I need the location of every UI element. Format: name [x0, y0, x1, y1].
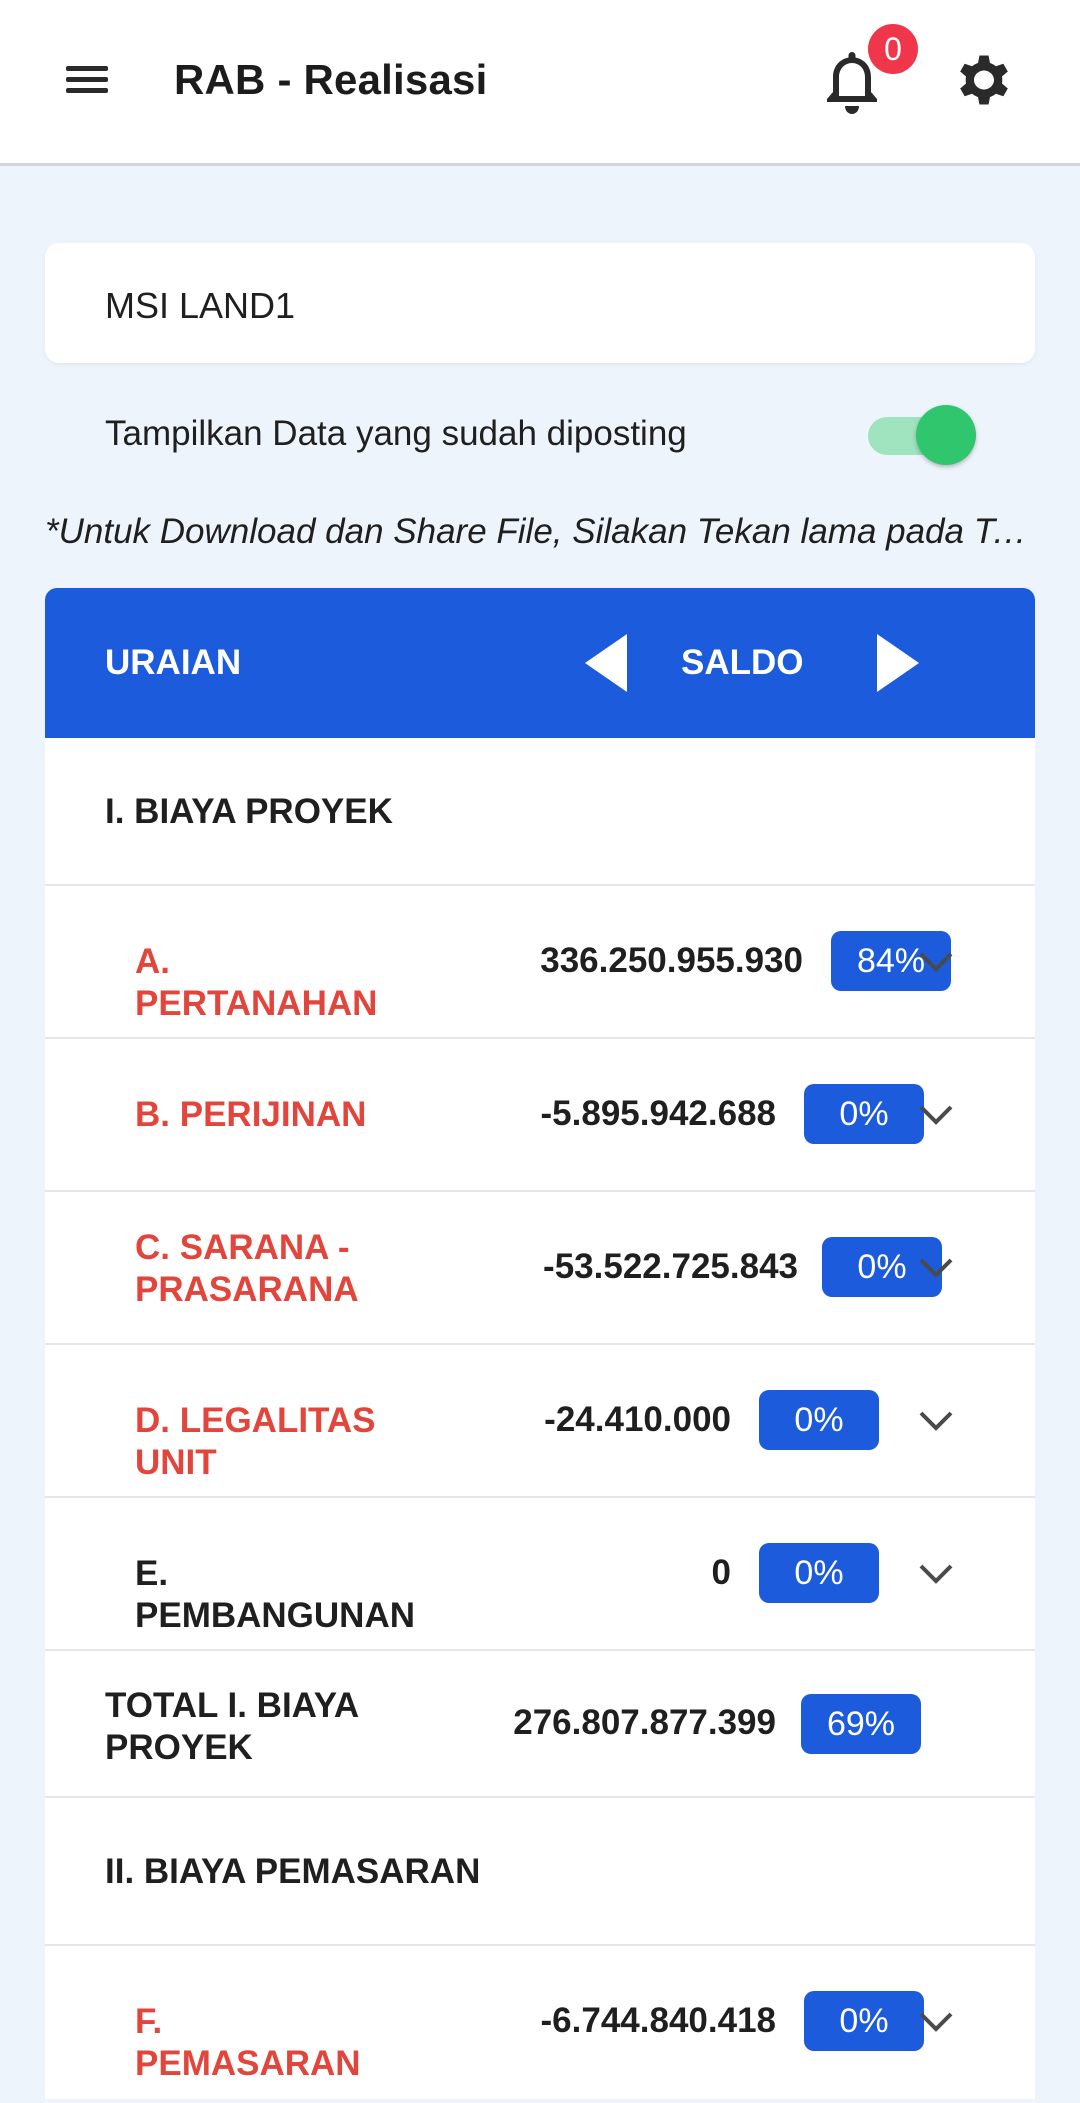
percent-badge: 0% [804, 1991, 924, 2051]
table-row[interactable]: D. LEGALITAS UNIT -24.410.000 0% [45, 1345, 1035, 1498]
percent-badge: 0% [759, 1390, 879, 1450]
previous-column-icon[interactable] [581, 632, 629, 694]
table-row[interactable]: C. SARANA - PRASARANA -53.522.725.843 0% [45, 1192, 1035, 1345]
table-row[interactable]: A. PERTANAHAN 336.250.955.930 84% [45, 886, 1035, 1039]
rab-table: URAIAN SALDO I. BIAYA PROYEK A. PERTANAH… [45, 588, 1035, 2099]
notification-badge: 0 [868, 24, 918, 74]
section-title: I. BIAYA PROYEK [105, 792, 393, 831]
download-hint: *Untuk Download dan Share File, Silakan … [45, 512, 1035, 551]
row-label: A. PERTANAHAN [135, 942, 378, 1023]
chevron-down-icon[interactable] [918, 950, 954, 974]
table-row[interactable]: E. PEMBANGUNAN 0 0% [45, 1498, 1035, 1651]
table-row[interactable]: B. PERIJINAN -5.895.942.688 0% [45, 1039, 1035, 1192]
column-header-uraian: URAIAN [105, 643, 242, 682]
row-value: 336.250.955.930 [540, 941, 803, 980]
section-title: II. BIAYA PEMASARAN [105, 1852, 481, 1891]
next-column-icon[interactable] [875, 632, 923, 694]
row-label: D. LEGALITAS UNIT [135, 1401, 376, 1482]
row-label: F. PEMASARAN [135, 2002, 361, 2083]
row-value: -5.895.942.688 [540, 1094, 776, 1133]
row-value: -6.744.840.418 [540, 2001, 776, 2040]
posted-data-toggle[interactable] [866, 405, 976, 465]
total-label: TOTAL I. BIAYA PROYEK [105, 1686, 358, 1767]
table-row[interactable]: F. PEMASARAN -6.744.840.418 0% [45, 1946, 1035, 2099]
chevron-down-icon[interactable] [918, 1562, 954, 1586]
section-header: I. BIAYA PROYEK [45, 738, 1035, 886]
total-row: TOTAL I. BIAYA PROYEK 276.807.877.399 69… [45, 1651, 1035, 1798]
page-title: RAB - Realisasi [174, 56, 488, 103]
row-label: B. PERIJINAN [135, 1095, 367, 1134]
chevron-down-icon[interactable] [918, 1409, 954, 1433]
row-value: -53.522.725.843 [543, 1247, 798, 1286]
percent-badge: 0% [759, 1543, 879, 1603]
section-header: II. BIAYA PEMASARAN [45, 1798, 1035, 1946]
row-value: -24.410.000 [544, 1400, 731, 1439]
percent-badge: 0% [804, 1084, 924, 1144]
chevron-down-icon[interactable] [918, 1103, 954, 1127]
menu-icon[interactable] [66, 62, 108, 96]
row-label: C. SARANA - PRASARANA [135, 1228, 359, 1309]
percent-badge: 69% [801, 1694, 921, 1754]
chevron-down-icon[interactable] [918, 1256, 954, 1280]
gear-icon[interactable] [952, 48, 1016, 112]
row-label: E. PEMBANGUNAN [135, 1554, 415, 1635]
project-name: MSI LAND1 [105, 285, 296, 326]
chevron-down-icon[interactable] [918, 2010, 954, 2034]
posted-data-label: Tampilkan Data yang sudah diposting [105, 414, 687, 453]
project-selector[interactable]: MSI LAND1 [45, 243, 1035, 363]
app-bar: RAB - Realisasi 0 [0, 0, 1080, 166]
total-value: 276.807.877.399 [513, 1703, 776, 1742]
column-header-saldo: SALDO [681, 643, 804, 682]
row-value: 0 [711, 1553, 731, 1592]
table-header: URAIAN SALDO [45, 588, 1035, 738]
